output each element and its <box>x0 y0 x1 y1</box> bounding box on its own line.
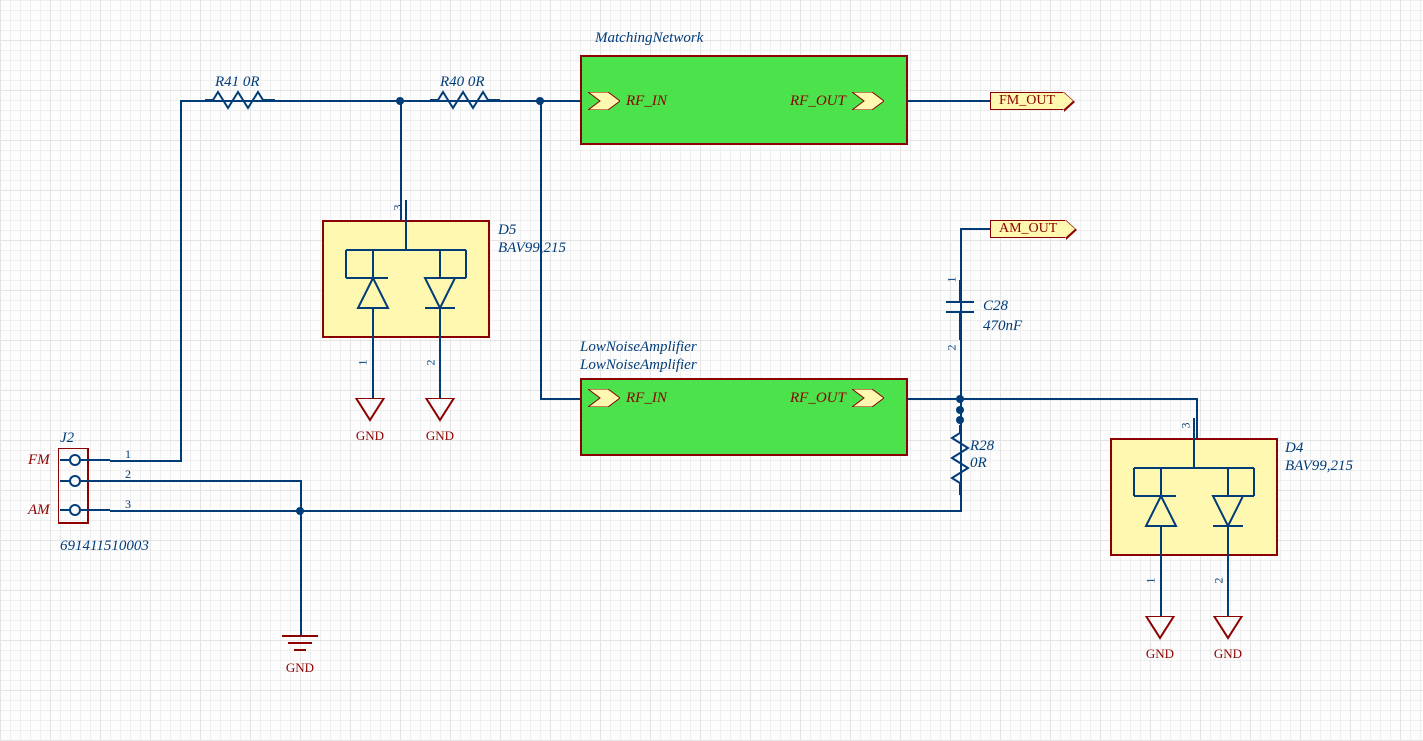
r40-ref: R40 0R <box>440 74 485 91</box>
d5-pin2: 2 <box>424 360 439 366</box>
connector-j2[interactable] <box>58 448 118 528</box>
c28-val: 470nF <box>983 318 1022 335</box>
junction <box>956 416 964 424</box>
lna-rf-in-port: RF_IN <box>588 389 667 407</box>
d5-part: BAV99,215 <box>498 240 566 257</box>
gnd-chassis: GND <box>278 632 322 676</box>
net-am-out: AM_OUT <box>990 220 1066 238</box>
d4-pin3: 3 <box>1179 423 1194 429</box>
wire <box>1160 556 1162 616</box>
wire <box>908 398 1198 400</box>
wire <box>1227 556 1229 616</box>
r41-ref: R41 0R <box>215 74 260 91</box>
resistor-r40 <box>430 90 500 110</box>
capacitor-c28 <box>940 280 980 340</box>
resistor-r41 <box>205 90 275 110</box>
wire <box>400 100 402 220</box>
wire <box>1196 398 1198 438</box>
matching-rf-out-port: RF_OUT <box>790 92 884 110</box>
j2-fm: FM <box>28 452 50 469</box>
gnd-d4-2: GND <box>1208 616 1248 662</box>
d4-symbol <box>1110 438 1278 556</box>
d4-part: BAV99,215 <box>1285 458 1353 475</box>
d5-ref: D5 <box>498 222 516 239</box>
matching-rf-in-port: RF_IN <box>588 92 667 110</box>
wire <box>110 460 182 462</box>
j2-am: AM <box>28 502 50 519</box>
c28-pin1: 1 <box>945 277 960 283</box>
schematic-canvas[interactable]: R41 0R R40 0R R28 0R C28 470nF 1 2 Match… <box>0 0 1423 741</box>
lna-title2: LowNoiseAmplifier <box>580 357 697 374</box>
j2-pin1: 1 <box>125 447 131 462</box>
matching-title: MatchingNetwork <box>595 30 703 47</box>
gnd-d4-1: GND <box>1140 616 1180 662</box>
gnd-d5-1: GND <box>350 398 390 444</box>
d5-symbol <box>322 220 490 338</box>
lna-rf-out-port: RF_OUT <box>790 389 884 407</box>
r28-ref: R28 <box>970 438 994 455</box>
d5-pin1: 1 <box>356 360 371 366</box>
c28-ref: C28 <box>983 298 1008 315</box>
junction <box>296 507 304 515</box>
wire <box>540 398 580 400</box>
lna-title1: LowNoiseAmplifier <box>580 339 697 356</box>
wire <box>372 338 374 398</box>
j2-ref: J2 <box>60 430 74 447</box>
j2-pin3: 3 <box>125 497 131 512</box>
junction <box>956 395 964 403</box>
d4-ref: D4 <box>1285 440 1303 457</box>
wire <box>439 338 441 398</box>
net-fm-out: FM_OUT <box>990 92 1064 110</box>
d4-pin1: 1 <box>1144 578 1159 584</box>
junction <box>536 97 544 105</box>
junction <box>396 97 404 105</box>
wire <box>908 100 993 102</box>
junction <box>956 406 964 414</box>
wire <box>110 510 960 512</box>
resistor-r28 <box>950 425 970 495</box>
d4-pin2: 2 <box>1212 578 1227 584</box>
wire <box>110 480 300 482</box>
wire <box>300 480 302 635</box>
r28-val: 0R <box>970 455 987 472</box>
d5-pin3: 3 <box>391 205 406 211</box>
c28-pin2: 2 <box>945 345 960 351</box>
j2-part: 691411510003 <box>60 538 149 555</box>
wire <box>180 100 182 460</box>
wire <box>960 228 990 230</box>
gnd-d5-2: GND <box>420 398 460 444</box>
j2-pin2: 2 <box>125 467 131 482</box>
